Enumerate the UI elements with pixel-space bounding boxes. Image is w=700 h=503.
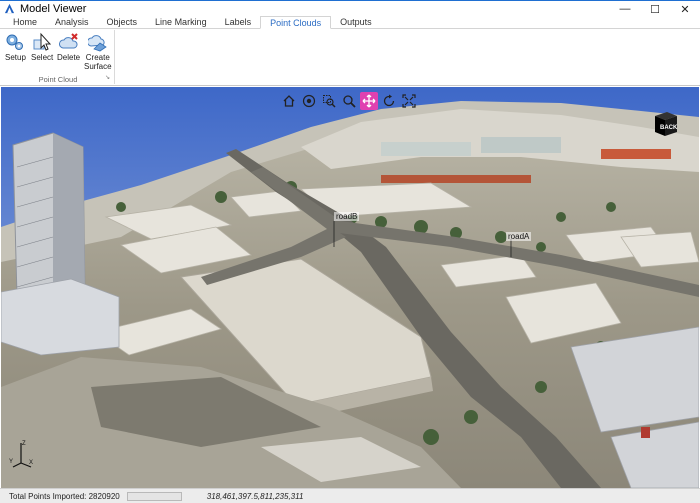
close-button[interactable]: ✕ [670,1,700,17]
eye-orbit-icon [302,94,316,108]
tab-outputs[interactable]: Outputs [331,16,381,28]
nav-rotate-button[interactable] [380,92,398,110]
setup-gears-icon [6,34,24,50]
setup-button[interactable]: Setup [5,32,26,62]
select-label: Select [31,53,54,62]
tab-labels[interactable]: Labels [216,16,261,28]
group-label: Point Cloud [38,75,78,84]
viewcube-face-label: BACK [660,125,678,131]
ribbon-tabs: Home Analysis Objects Line Marking Label… [0,16,700,29]
magnifier-icon [343,95,356,108]
window-title: Model Viewer [20,2,87,15]
maximize-button[interactable]: ☐ [640,1,670,17]
coordinates-readout: 318,461,397.5,811,235,311 [206,491,304,501]
setup-label: Setup [5,53,26,62]
title-bar: Model Viewer — ☐ ✕ [0,0,700,16]
pan-icon [362,94,376,108]
axis-triad-icon: Z Y X [9,441,33,468]
create-surface-button[interactable]: Create Surface [84,32,112,71]
axis-y-label: Y [9,459,13,465]
progress-bar [126,491,182,501]
delete-label: Delete [57,53,81,62]
cloud-delete-icon [58,33,78,49]
tab-line-marking[interactable]: Line Marking [146,16,216,28]
point-cloud-scene[interactable] [1,87,699,488]
nav-zoom-window-button[interactable] [320,92,338,110]
select-button[interactable]: Select [31,32,53,62]
home-icon [283,95,295,107]
navigation-toolbar [280,92,418,110]
create-surface-label-2: Surface [84,62,112,71]
nav-home-button[interactable] [280,92,298,110]
nav-zoom-button[interactable] [340,92,358,110]
point-cloud-group: Setup Select Delete Create Surface Point [2,30,115,84]
minimize-button[interactable]: — [610,1,640,17]
create-surface-icon [87,35,107,52]
tab-objects[interactable]: Objects [98,16,147,28]
cursor-icon [33,32,52,51]
nav-zoom-extents-button[interactable] [400,92,418,110]
delete-button[interactable]: Delete [57,32,80,62]
road-label-b[interactable]: roadB [334,212,360,221]
tab-home[interactable]: Home [4,16,46,28]
nav-pan-button[interactable] [360,92,378,110]
viewcube-icon[interactable]: BACK [649,107,681,139]
total-points-status: Total Points Imported: 2820920 [9,491,120,501]
status-bar: Total Points Imported: 2820920 318,461,3… [0,488,700,503]
rotate-icon [383,94,395,107]
axis-x-label: X [29,460,33,466]
road-label-a[interactable]: roadA [506,232,532,241]
nav-orbit-button[interactable] [300,92,318,110]
app-logo-icon [4,3,15,14]
3d-viewport[interactable]: roadB roadA BACK Z Y X [1,87,699,488]
ribbon-panel: Setup Select Delete Create Surface Point [0,29,700,86]
create-surface-label-1: Create [85,53,110,62]
axis-z-label: Z [22,441,26,447]
zoom-extents-icon [402,94,416,108]
zoom-window-icon [323,95,336,108]
group-launcher-icon[interactable]: ↘ [105,75,112,82]
tab-analysis[interactable]: Analysis [46,16,98,28]
tab-point-clouds[interactable]: Point Clouds [260,16,332,29]
